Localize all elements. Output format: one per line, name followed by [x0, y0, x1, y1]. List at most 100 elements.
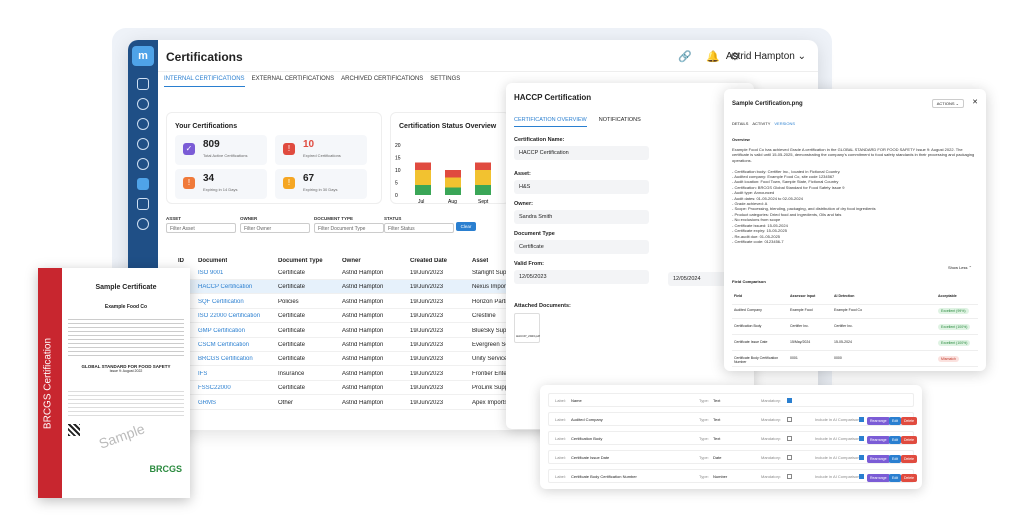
field-value[interactable]: H&S [514, 180, 649, 194]
certificate-icon[interactable] [137, 178, 149, 190]
rearrange-button[interactable]: Rearrange [867, 474, 890, 482]
ai-checkbox[interactable] [859, 474, 864, 479]
label-prefix: Label: [555, 474, 566, 479]
show-less-button[interactable]: Show Less ⌃ [948, 265, 972, 270]
mandatory-checkbox[interactable] [787, 398, 792, 403]
mandatory-checkbox[interactable] [787, 417, 792, 422]
stat-active[interactable]: ✓ 809 Total Active Certifications [175, 135, 267, 165]
cell-document[interactable]: ISO 22000 Certification [198, 313, 260, 319]
actions-button[interactable]: ACTIONS ⌄ [931, 99, 964, 108]
edit-button[interactable]: Edit [889, 455, 902, 463]
edit-button[interactable]: Edit [889, 474, 902, 482]
cell-document[interactable]: GMP Certification [198, 328, 245, 334]
cell-document[interactable]: GRMS [198, 400, 216, 406]
field-config-row[interactable]: Label: Certificate Body Certification Num… [548, 469, 918, 483]
table-row[interactable]: BRCGS Certification Certificate Astrid Ham… [166, 352, 510, 367]
delete-button[interactable]: Delete [901, 417, 918, 425]
stat-label: Expired Certifications [303, 153, 341, 158]
rearrange-button[interactable]: Rearrange [867, 436, 890, 444]
clear-button[interactable]: Clear [456, 222, 476, 231]
table-row[interactable]: IFS Insurance Astrid Hampton 19/Jun/2023 Fro… [166, 367, 512, 381]
table-row[interactable]: ISO 22000 Certification Certificate Astrid… [166, 309, 506, 324]
cell-document[interactable]: HACCP Certification [198, 284, 252, 290]
warning-icon: ! [183, 177, 195, 189]
field-config-row[interactable]: Label: Certification Body Type: Text Mandato… [548, 431, 918, 445]
valid-from-input[interactable]: 12/05/2023 [514, 270, 649, 284]
tab-internal[interactable]: INTERNAL CERTIFICATIONS [164, 72, 245, 87]
filter-input[interactable]: Filter Owner [240, 223, 310, 233]
delete-button[interactable]: Delete [901, 474, 918, 482]
mandatory-checkbox[interactable] [787, 436, 792, 441]
tab-versions[interactable]: VERSIONS [774, 121, 795, 126]
table-row[interactable]: ISO 9001 Certificate Astrid Hampton 19/Jun/… [166, 266, 511, 280]
home-icon[interactable] [137, 78, 149, 90]
tab-activity[interactable]: ACTIVITY [752, 121, 770, 126]
acceptable-badge: Excellent (100%) [938, 324, 971, 330]
rearrange-button[interactable]: Rearrange [867, 417, 890, 425]
field-type: Text [713, 417, 721, 422]
tab-overview[interactable]: CERTIFICATION OVERVIEW [514, 117, 587, 127]
clock-icon[interactable] [137, 138, 149, 150]
cell-owner: Astrid Hampton [342, 370, 384, 377]
table-row[interactable]: SQF Certification Policies Astrid Hampton 1… [166, 295, 512, 309]
cell-asset: Apex Imports [472, 399, 508, 406]
field-label: Certification Name: [514, 137, 565, 143]
tab-bar: INTERNAL CERTIFICATIONS EXTERNAL CERTIFIC… [164, 72, 467, 87]
cell-document[interactable]: CSCM Certification [198, 342, 249, 348]
close-icon[interactable]: ✕ [972, 98, 978, 106]
info-icon[interactable] [137, 98, 149, 110]
history-icon[interactable] [137, 158, 149, 170]
field-config-row[interactable]: Label: Certificate Issue Date Type: Date Man… [548, 450, 918, 464]
table-row[interactable]: HACCP Certification Certificate Astrid Ham… [166, 280, 511, 295]
filter-input[interactable]: Filter Asset [166, 223, 236, 233]
tab-notifications[interactable]: NOTIFICATIONS [599, 117, 641, 126]
table-row[interactable]: GRMS Other Astrid Hampton 19/Jun/2023 Apex I… [166, 396, 508, 410]
link-icon[interactable]: 🔗 [678, 50, 692, 63]
filter-document-type[interactable]: DOCUMENT TYPE Filter Document Type [314, 216, 384, 233]
filter-input[interactable]: Filter Status [384, 223, 454, 233]
cell-document[interactable]: BRCGS Certification [198, 356, 253, 362]
ai-checkbox[interactable] [859, 455, 864, 460]
cell-document[interactable]: SQF Certification [198, 299, 244, 305]
cell-document[interactable]: IFS [198, 371, 207, 377]
field-value[interactable]: Certificate [514, 240, 649, 254]
ai-checkbox[interactable] [859, 417, 864, 422]
filter-asset[interactable]: ASSET Filter Asset [166, 216, 236, 233]
tab-external[interactable]: EXTERNAL CERTIFICATIONS [252, 72, 335, 86]
rearrange-button[interactable]: Rearrange [867, 455, 890, 463]
mandatory-checkbox[interactable] [787, 455, 792, 460]
table-row[interactable]: CSCM Certification Certificate Astrid Hamp… [166, 338, 512, 352]
tab-settings[interactable]: SETTINGS [430, 72, 460, 86]
user-menu[interactable]: Astrid Hampton ⌄ [726, 51, 806, 62]
filter-owner[interactable]: OWNER Filter Owner [240, 216, 310, 233]
status-chart-card: Certification Status Overview 20 15 10 5 0 Ju… [390, 112, 510, 205]
stat-30-days[interactable]: ! 67 Expiring in 30 Days [275, 169, 367, 199]
mandatory-checkbox[interactable] [787, 474, 792, 479]
check-icon[interactable] [137, 118, 149, 130]
table-row[interactable]: GMP Certification Certificate Astrid Hampt… [166, 324, 512, 338]
tab-details[interactable]: DETAILS [732, 121, 748, 126]
field-value[interactable]: HACCP Certification [514, 146, 649, 160]
tab-archived[interactable]: ARCHIVED CERTIFICATIONS [341, 72, 423, 86]
edit-button[interactable]: Edit [889, 417, 902, 425]
filter-status[interactable]: STATUS Filter Status [384, 216, 454, 233]
folder-icon[interactable] [137, 198, 149, 210]
field-value[interactable]: Sandra Smith [514, 210, 649, 224]
ai-checkbox[interactable] [859, 436, 864, 441]
certificate-company: Example Food Co [104, 304, 148, 310]
delete-button[interactable]: Delete [901, 436, 918, 444]
cell-document[interactable]: FSSC22000 [198, 385, 231, 391]
settings-icon[interactable] [137, 218, 149, 230]
pdf-file[interactable]: HACCP_2023.pdf [514, 313, 540, 343]
field-config-row[interactable]: Label: Audited Company Type: Text Mandatory:… [548, 412, 918, 426]
stat-expired[interactable]: ! 10 Expired Certifications [275, 135, 367, 165]
delete-button[interactable]: Delete [901, 455, 918, 463]
bell-icon[interactable]: 🔔 [706, 50, 720, 63]
edit-button[interactable]: Edit [889, 436, 902, 444]
field-config-row[interactable]: Label: Name Type: Text Mandatory: [548, 393, 914, 407]
cell-document[interactable]: ISO 9001 [198, 270, 223, 276]
stat-label: Expiring in 30 Days [303, 187, 338, 192]
table-row[interactable]: FSSC22000 Certificate Astrid Hampton 19/Jun… [166, 381, 511, 396]
stat-14-days[interactable]: ! 34 Expiring in 14 Days [175, 169, 267, 199]
filter-input[interactable]: Filter Document Type [314, 223, 384, 233]
